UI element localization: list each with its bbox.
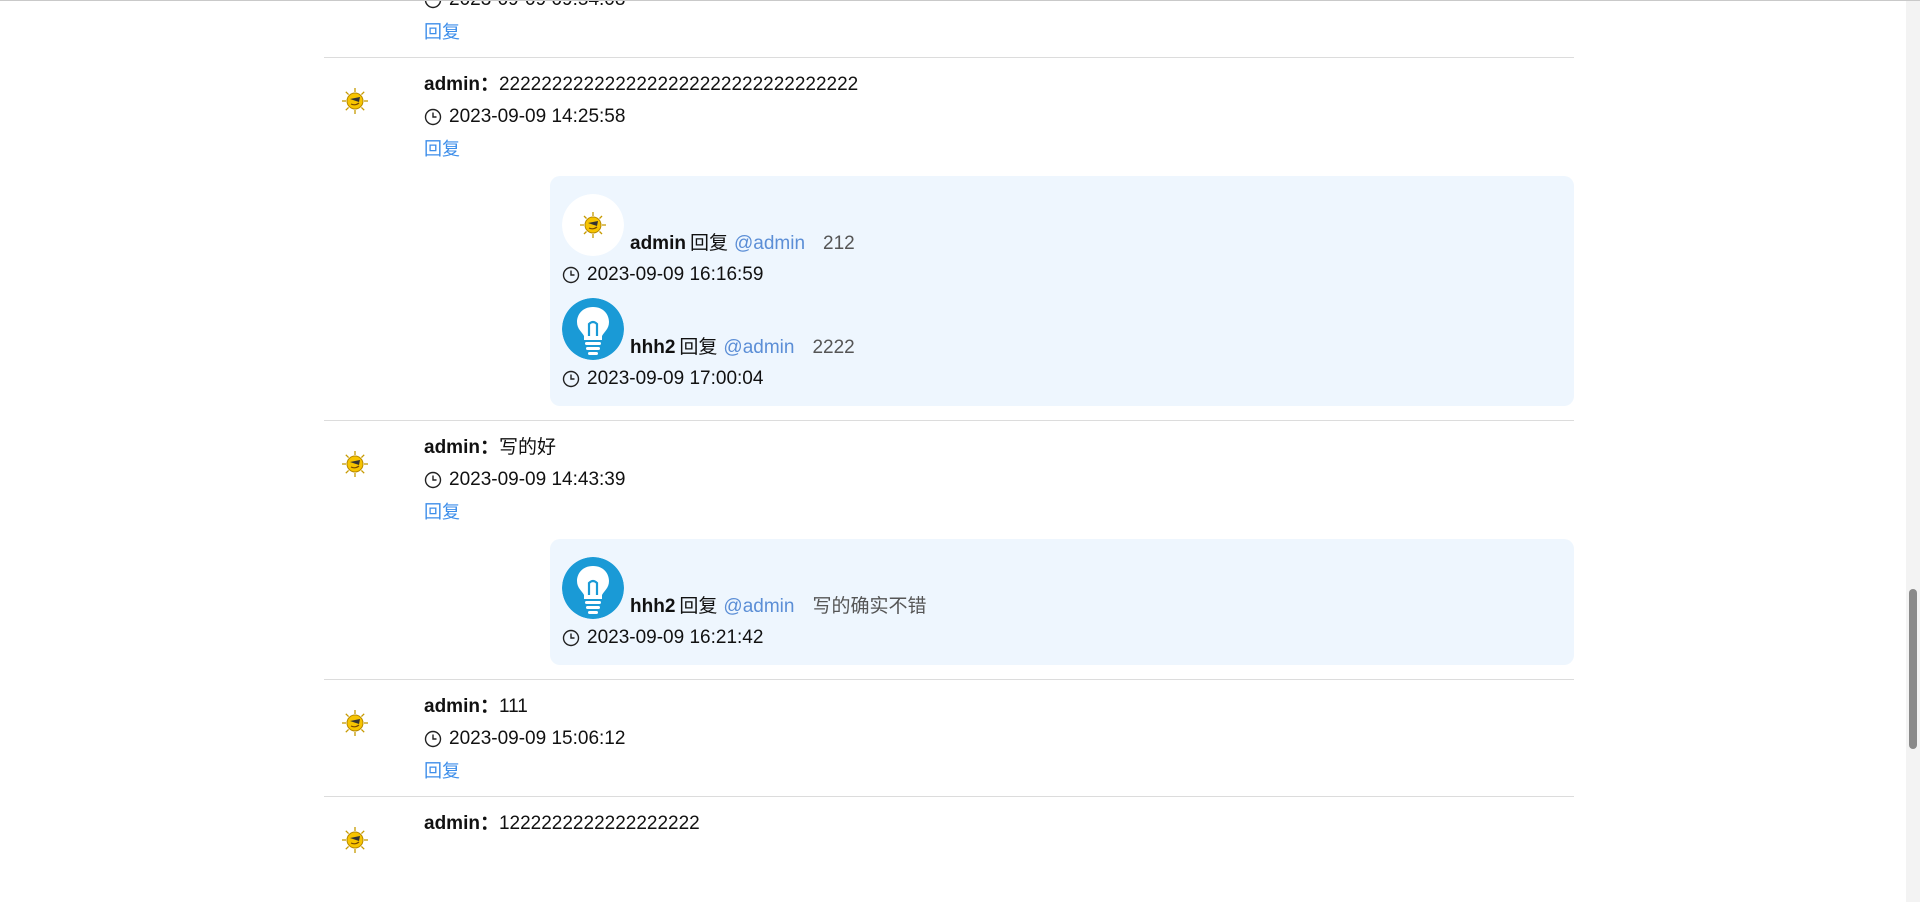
comment-time: 2023-09-09 14:25:58 (424, 104, 1574, 130)
reply-button[interactable]: 回复 (424, 138, 460, 160)
reply-button[interactable]: 回复 (424, 501, 460, 523)
comment-line: admin：2222222222222222222222222222222222 (424, 72, 1574, 98)
comment-separator: ： (479, 696, 499, 717)
reply-header: admin 回复 @admin 212 (562, 194, 1562, 256)
reply-text: hhh2 回复 @admin 写的确实不错 (630, 595, 926, 619)
lightbulb-avatar-icon (562, 298, 624, 360)
reply-panel: admin回复@admin212 2023-09-09 16:16:59 (550, 176, 1574, 406)
comment-body: 2023-09-09 09:54:08 回复 (424, 1, 1574, 43)
clock-icon (562, 266, 580, 284)
reply-time-text: 2023-09-09 17:00:04 (587, 368, 764, 389)
reply-header: hhh2 回复 @admin 写的确实不错 (562, 557, 1562, 619)
comment-body: admin：写的好 2023-09-09 14:43:39 回复 hhh2 回复… (424, 435, 1574, 665)
reply-word: 回复 (679, 337, 718, 358)
comment-time: 2023-09-09 15:06:12 (424, 726, 1574, 752)
comment-separator: ： (479, 74, 499, 95)
comment-line: admin：111 (424, 694, 1574, 720)
reply-word: 回复 (679, 596, 718, 617)
reply-time: 2023-09-09 17:00:04 (562, 366, 1562, 392)
reply-content: 2222 (812, 337, 855, 358)
reply-header: hhh2 回复 @admin 2222 (562, 298, 1562, 360)
reply-mention[interactable]: @admin (723, 337, 794, 358)
comment-time: 2023-09-09 14:43:39 (424, 467, 1574, 493)
reply-time-text: 2023-09-09 16:21:42 (587, 627, 764, 648)
reply-author: hhh2 (630, 337, 676, 358)
reply-panel: hhh2 回复 @admin 写的确实不错 2023-09-09 16:21:42 (550, 539, 1574, 665)
comment-body: admin：2222222222222222222222222222222222… (424, 72, 1574, 406)
vertical-scrollbar[interactable] (1906, 1, 1920, 902)
sun-avatar-icon (562, 194, 624, 256)
reply-content: 212 (823, 233, 855, 254)
clock-icon (424, 1, 442, 9)
comment-item: admin：写的好 2023-09-09 14:43:39 回复 hhh2 回复… (324, 421, 1574, 680)
reply-author: admin (630, 233, 686, 254)
clock-icon (424, 471, 442, 489)
comment-page: 2023-09-09 09:54:08 回复 (0, 0, 1920, 902)
reply-item: hhh2 回复 @admin 2222 2023-09-09 17:00:04 (562, 298, 1562, 392)
comment-body: admin：111 2023-09-09 15:06:12 回复 (424, 694, 1574, 782)
scrollbar-thumb[interactable] (1909, 589, 1917, 749)
comment-item: admin：111 2023-09-09 15:06:12 回复 (324, 680, 1574, 797)
comment-content: 2222222222222222222222222222222222 (498, 74, 859, 95)
comment-item: admin：2222222222222222222222222222222222… (324, 58, 1574, 421)
sun-avatar-icon (340, 86, 370, 116)
reply-time: 2023-09-09 16:21:42 (562, 625, 1562, 651)
comment-author: admin (424, 437, 480, 458)
reply-time: 2023-09-09 16:16:59 (562, 262, 1562, 288)
comment-line: admin：写的好 (424, 435, 1574, 461)
reply-button[interactable]: 回复 (424, 21, 460, 43)
comment-line: admin：1222222222222222222 (424, 811, 1574, 837)
comment-separator: ： (479, 437, 499, 458)
comment-author: admin (424, 813, 480, 834)
clock-icon (424, 108, 442, 126)
comment-time-text: 2023-09-09 09:54:08 (449, 1, 625, 13)
reply-mention[interactable]: @admin (723, 596, 794, 617)
comment-content: 111 (498, 696, 528, 717)
comment-list: 2023-09-09 09:54:08 回复 (324, 1, 1574, 853)
clock-icon (562, 629, 580, 647)
comment-time-text: 2023-09-09 15:06:12 (449, 728, 626, 749)
comment-content: 写的好 (498, 437, 556, 458)
comment-author: admin (424, 74, 480, 95)
reply-item: admin 回复 @admin 212 2023-09-09 16:16:59 (562, 194, 1562, 288)
reply-text: hhh2 回复 @admin 2222 (630, 336, 855, 360)
comment-time-text: 2023-09-09 14:25:58 (449, 106, 626, 127)
comment-author: admin (424, 696, 480, 717)
reply-item: hhh2 回复 @admin 写的确实不错 2023-09-09 16:21:42 (562, 557, 1562, 651)
clock-icon (424, 730, 442, 748)
comment-content: 1222222222222222222 (498, 813, 700, 834)
reply-text: admin 回复 @admin 212 (630, 232, 855, 256)
reply-mention[interactable]: @admin (734, 233, 805, 254)
comment-separator: ： (479, 813, 499, 834)
reply-content: 写的确实不错 (812, 596, 927, 617)
sun-avatar-icon (340, 825, 370, 855)
comment-item: 2023-09-09 09:54:08 回复 (324, 1, 1574, 58)
comment-time-text: 2023-09-09 14:43:39 (449, 469, 626, 490)
comment-item: admin：1222222222222222222 (324, 797, 1574, 853)
reply-button[interactable]: 回复 (424, 760, 460, 782)
reply-time-text: 2023-09-09 16:16:59 (587, 264, 764, 285)
comment-body: admin：1222222222222222222 (424, 811, 1574, 837)
comment-time: 2023-09-09 09:54:08 (424, 1, 1574, 13)
lightbulb-avatar-icon (562, 557, 624, 619)
sun-avatar-icon (340, 449, 370, 479)
clock-icon (562, 370, 580, 388)
reply-word: 回复 (689, 233, 728, 254)
sun-avatar-icon (340, 708, 370, 738)
reply-author: hhh2 (630, 596, 676, 617)
